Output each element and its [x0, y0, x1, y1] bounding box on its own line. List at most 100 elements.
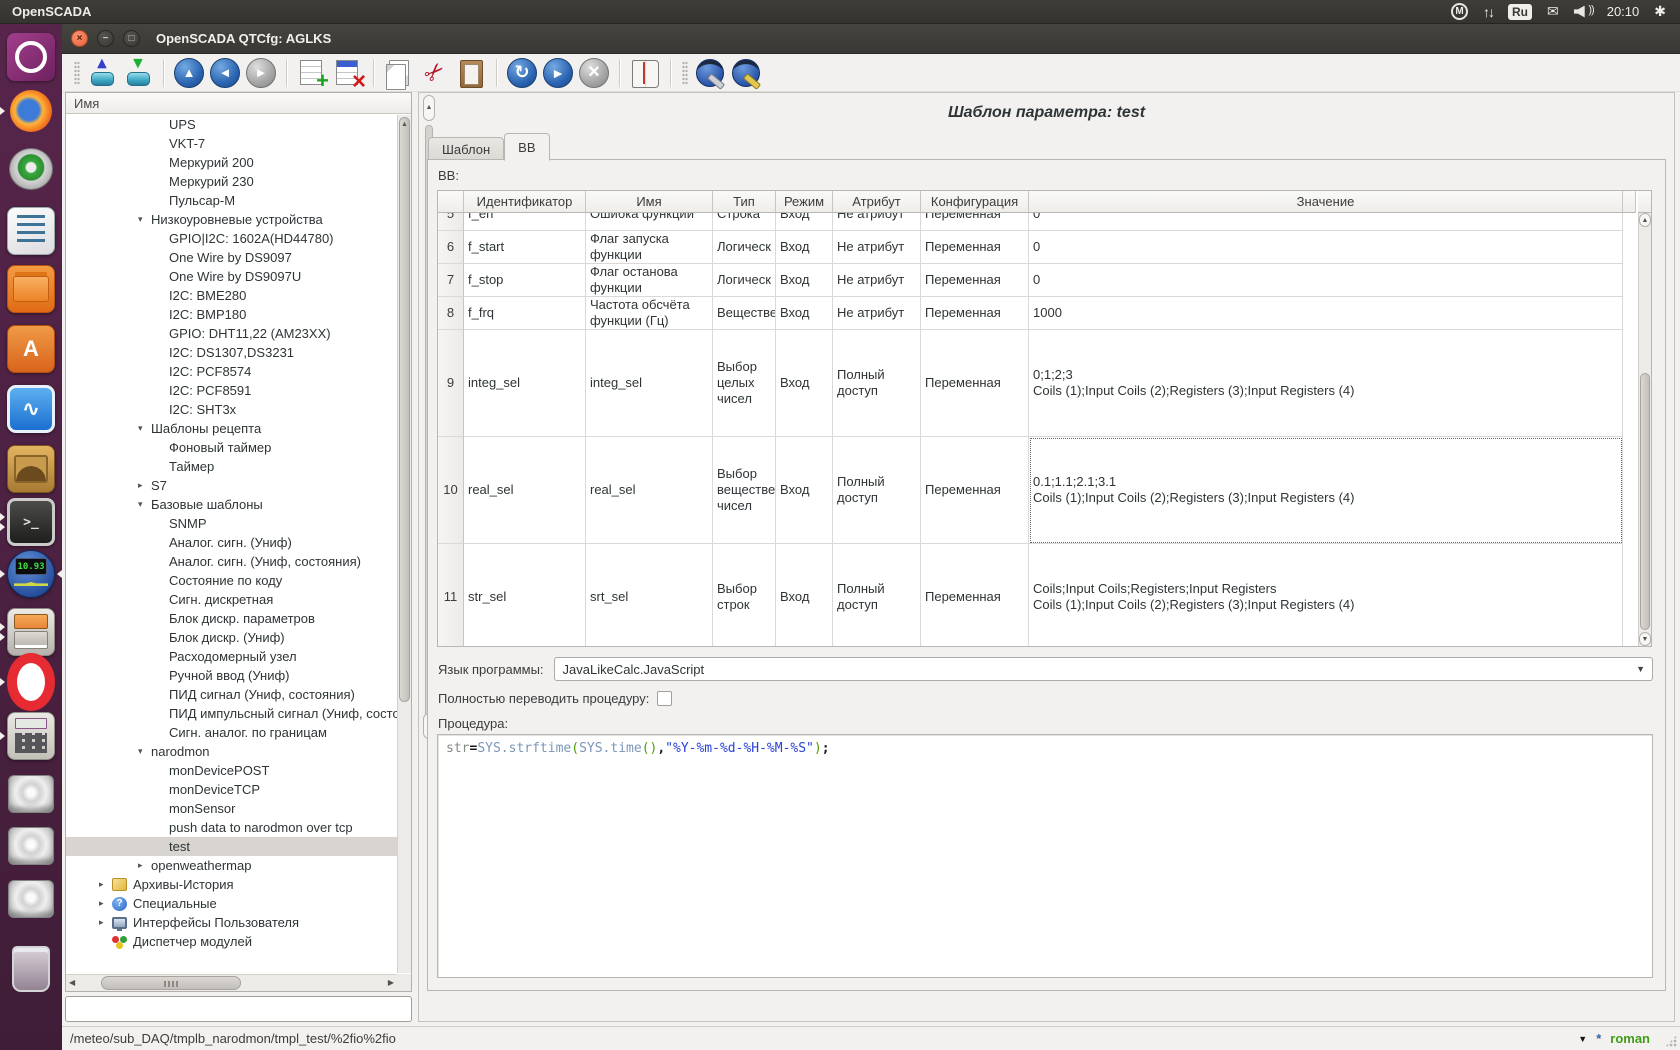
tree-item[interactable]: ▸Архивы-История	[66, 875, 397, 894]
tree-item[interactable]: ▸openweathermap	[66, 856, 397, 875]
module-tune-icon[interactable]	[731, 58, 761, 88]
cell-config[interactable]: Переменная	[921, 231, 1029, 264]
toolbar-handle[interactable]	[74, 61, 80, 85]
cell-type[interactable]: Выбор строк	[713, 544, 776, 646]
status-user-area[interactable]: ▼ * roman	[1578, 1031, 1650, 1046]
cell-mode[interactable]: Вход	[776, 264, 833, 297]
manual-icon[interactable]	[630, 58, 660, 88]
row-number[interactable]: 8	[438, 297, 464, 330]
column-header[interactable]: Идентификатор	[464, 191, 586, 213]
cell-name[interactable]: real_sel	[586, 437, 713, 544]
tree-horizontal-scrollbar[interactable]: ◀ ▶	[66, 974, 397, 991]
procedure-code-editor[interactable]: str=SYS.strftime(SYS.time(),"%Y-%m-%d-%H…	[437, 734, 1653, 978]
forward-icon[interactable]	[246, 58, 276, 88]
cell-id[interactable]: real_sel	[464, 437, 586, 544]
tree-column-header[interactable]: Имя	[66, 93, 411, 114]
load-icon[interactable]	[87, 58, 117, 88]
cell-mode[interactable]: Вход	[776, 544, 833, 646]
expander-open-icon[interactable]: ▾	[138, 495, 151, 514]
cell-attr[interactable]: Не атрибут	[833, 213, 921, 231]
libreoffice-writer-icon[interactable]	[7, 207, 55, 255]
clock[interactable]: 20:10	[1607, 4, 1640, 19]
cell-value[interactable]: 1000	[1029, 297, 1623, 330]
tree-item[interactable]: I2C: PCF8591	[66, 381, 397, 400]
expander-closed-icon[interactable]: ▸	[138, 476, 151, 495]
harddisk-2-icon[interactable]	[7, 822, 55, 870]
resize-grip[interactable]	[1665, 1035, 1677, 1047]
tree-item[interactable]: push data to narodmon over tcp	[66, 818, 397, 837]
paste-icon[interactable]	[456, 58, 486, 88]
tree-item[interactable]: Фоновый таймер	[66, 438, 397, 457]
row-number[interactable]: 5	[438, 213, 464, 231]
scroll-right-icon[interactable]: ▶	[388, 978, 394, 987]
column-header[interactable]: Атрибут	[833, 191, 921, 213]
column-header[interactable]	[438, 191, 464, 213]
expander-closed-icon[interactable]: ▸	[138, 856, 151, 875]
cell-attr[interactable]: Полный доступ	[833, 544, 921, 646]
stop-icon[interactable]	[579, 58, 609, 88]
tree-item[interactable]: SNMP	[66, 514, 397, 533]
cell-attr[interactable]: Не атрибут	[833, 264, 921, 297]
tree-item[interactable]: Аналог. сигн. (Униф)	[66, 533, 397, 552]
cell-config[interactable]: Переменная	[921, 330, 1029, 437]
tree-item[interactable]: ▾Шаблоны рецепта	[66, 419, 397, 438]
tree-item[interactable]: VKT-7	[66, 134, 397, 153]
cell-config[interactable]: Переменная	[921, 544, 1029, 646]
cell-name[interactable]: srt_sel	[586, 544, 713, 646]
tree-item[interactable]: Диспетчер модулей	[66, 932, 397, 951]
tree-item[interactable]: monDevicePOST	[66, 761, 397, 780]
cell-id[interactable]: f_stop	[464, 264, 586, 297]
window-titlebar[interactable]: × − □ OpenSCADA QTCfg: AGLKS	[62, 24, 1680, 54]
files-icon[interactable]	[7, 265, 55, 313]
tree-item[interactable]: GPIO|I2C: 1602A(HD44780)	[66, 229, 397, 248]
cell-config[interactable]: Переменная	[921, 264, 1029, 297]
cell-id[interactable]: str_sel	[464, 544, 586, 646]
tree-hscroll-thumb[interactable]	[101, 976, 241, 990]
cell-id[interactable]: f_en	[464, 213, 586, 231]
save-icon[interactable]	[123, 58, 153, 88]
cell-type[interactable]: Выбор веществе чисел	[713, 437, 776, 544]
tree-item[interactable]: I2C: BMP180	[66, 305, 397, 324]
tree-item[interactable]: One Wire by DS9097	[66, 248, 397, 267]
network-arrows-icon[interactable]: ↑↓	[1483, 4, 1493, 20]
openscada-icon[interactable]	[7, 550, 55, 598]
tree-item[interactable]: GPIO: DHT11,22 (AM23XX)	[66, 324, 397, 343]
row-number[interactable]: 7	[438, 264, 464, 297]
tree-item[interactable]: ▾Базовые шаблоны	[66, 495, 397, 514]
tree-item[interactable]: Сигн. аналог. по границам	[66, 723, 397, 742]
expander-open-icon[interactable]: ▾	[138, 210, 151, 229]
expander-closed-icon[interactable]: ▸	[99, 913, 112, 932]
tree-item[interactable]: Аналог. сигн. (Униф, состояния)	[66, 552, 397, 571]
cell-attr[interactable]: Полный доступ	[833, 437, 921, 544]
copy-icon[interactable]	[384, 58, 414, 88]
cell-value[interactable]: Coils;Input Coils;Registers;Input Regist…	[1029, 544, 1623, 646]
session-gear-icon[interactable]: ✱	[1654, 3, 1666, 20]
keyboard-layout-indicator[interactable]: Ru	[1508, 4, 1532, 20]
cell-mode[interactable]: Вход	[776, 231, 833, 264]
maximize-button[interactable]: □	[123, 30, 140, 47]
tree-item[interactable]: Блок дискр. (Униф)	[66, 628, 397, 647]
cell-type[interactable]: Веществе	[713, 297, 776, 330]
cell-value[interactable]: 0	[1029, 231, 1623, 264]
start-icon[interactable]	[543, 58, 573, 88]
wooden-desk-icon[interactable]	[7, 445, 55, 493]
cell-type[interactable]: Логическ	[713, 264, 776, 297]
harddisk-1-icon[interactable]	[7, 770, 55, 818]
cell-attr[interactable]: Не атрибут	[833, 231, 921, 264]
tab-template[interactable]: Шаблон	[428, 137, 504, 160]
tree-item[interactable]: ПИД сигнал (Униф, состояния)	[66, 685, 397, 704]
table-scroll-down-icon[interactable]: ▼	[1639, 632, 1651, 646]
disk-usage-icon[interactable]	[7, 145, 55, 193]
module-tool-icon[interactable]	[695, 58, 725, 88]
cell-mode[interactable]: Вход	[776, 297, 833, 330]
cell-type[interactable]: Выбор целых чисел	[713, 330, 776, 437]
terminal-icon[interactable]	[7, 498, 55, 546]
toolbar-handle[interactable]	[682, 61, 688, 85]
cell-name[interactable]: Частота обсчёта функции (Гц)	[586, 297, 713, 330]
expander-open-icon[interactable]: ▾	[138, 742, 151, 761]
trash-icon[interactable]	[7, 945, 55, 993]
tree-item[interactable]: ▾narodmon	[66, 742, 397, 761]
tree-item[interactable]: I2C: DS1307,DS3231	[66, 343, 397, 362]
opera-icon[interactable]	[7, 658, 55, 706]
cell-name[interactable]: Флаг запуска функции	[586, 231, 713, 264]
